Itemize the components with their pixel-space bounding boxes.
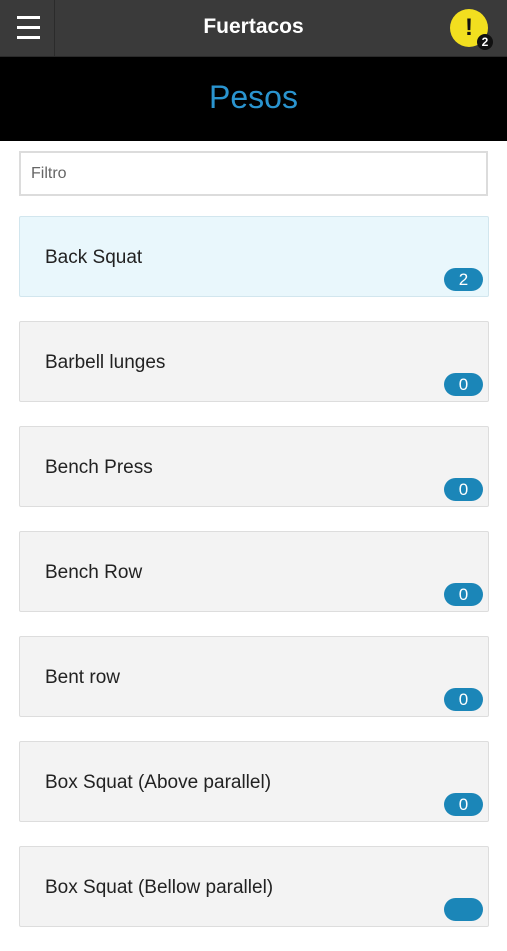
app-title: Fuertacos (203, 15, 304, 38)
list-item[interactable]: Back Squat 2 (19, 216, 489, 297)
list-item[interactable]: Bench Row 0 (19, 531, 489, 612)
count-badge: 0 (444, 478, 483, 501)
page-title: Pesos (209, 79, 298, 115)
list-item[interactable]: Bench Press 0 (19, 426, 489, 507)
top-bar: Fuertacos ! 2 (0, 0, 507, 57)
list-item-label: Box Squat (Bellow parallel) (45, 877, 274, 898)
count-badge: 0 (444, 793, 483, 816)
list-item-label: Bench Press (45, 457, 153, 478)
page-header: Pesos (0, 57, 507, 141)
count-badge: 0 (444, 688, 483, 711)
list-item[interactable]: Barbell lunges 0 (19, 321, 489, 402)
count-badge: 0 (444, 373, 483, 396)
list-item-label: Box Squat (Above parallel) (45, 772, 272, 793)
list-item-label: Barbell lunges (45, 352, 166, 373)
count-badge (444, 898, 483, 921)
count-badge: 2 (444, 268, 483, 291)
list-item[interactable]: Box Squat (Bellow parallel) (19, 846, 489, 927)
list-item[interactable]: Bent row 0 (19, 636, 489, 717)
exercise-list: Back Squat 2 Barbell lunges 0 Bench Pres… (19, 216, 489, 951)
alert-button[interactable]: ! 2 (450, 9, 493, 50)
list-item-label: Bench Row (45, 562, 143, 583)
count-badge: 0 (444, 583, 483, 606)
list-item-label: Bent row (45, 667, 120, 688)
alert-count-badge: 2 (477, 34, 493, 50)
list-item[interactable]: Box Squat (Above parallel) 0 (19, 741, 489, 822)
list-item-label: Back Squat (45, 247, 143, 268)
filter-input[interactable] (19, 151, 488, 196)
